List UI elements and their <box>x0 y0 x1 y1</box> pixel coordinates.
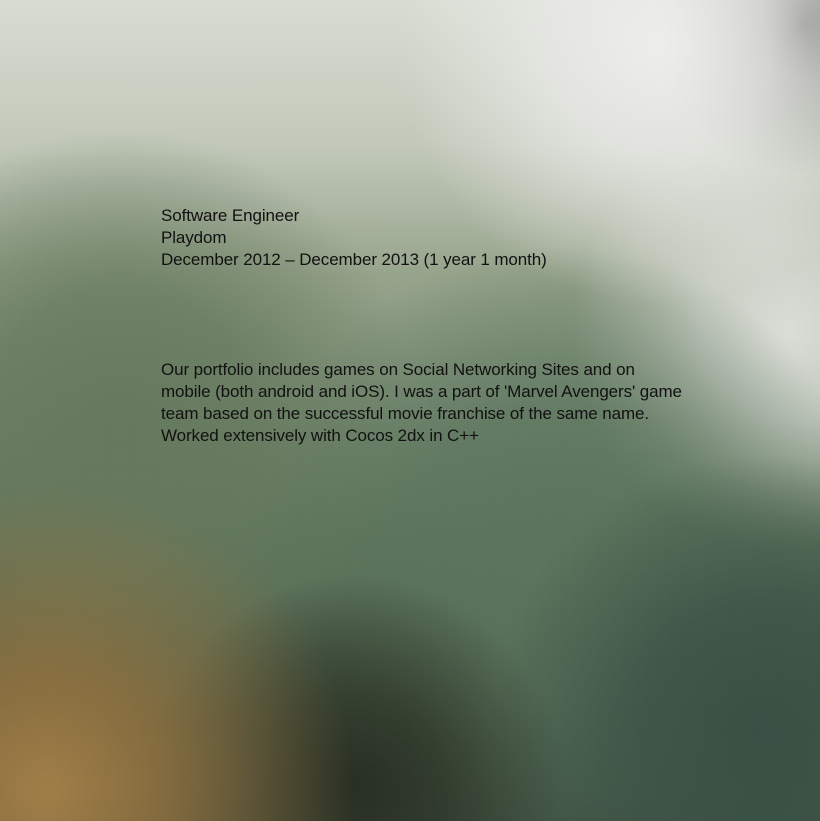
employment-dates: December 2012 – December 2013 (1 year 1 … <box>161 250 547 269</box>
job-header: Software Engineer Playdom December 2012 … <box>161 205 701 271</box>
job-entry: Software Engineer Playdom December 2012 … <box>161 205 701 464</box>
job-description: Our portfolio includes games on Social N… <box>161 360 682 445</box>
company-name: Playdom <box>161 228 227 247</box>
job-title: Software Engineer <box>161 206 300 225</box>
